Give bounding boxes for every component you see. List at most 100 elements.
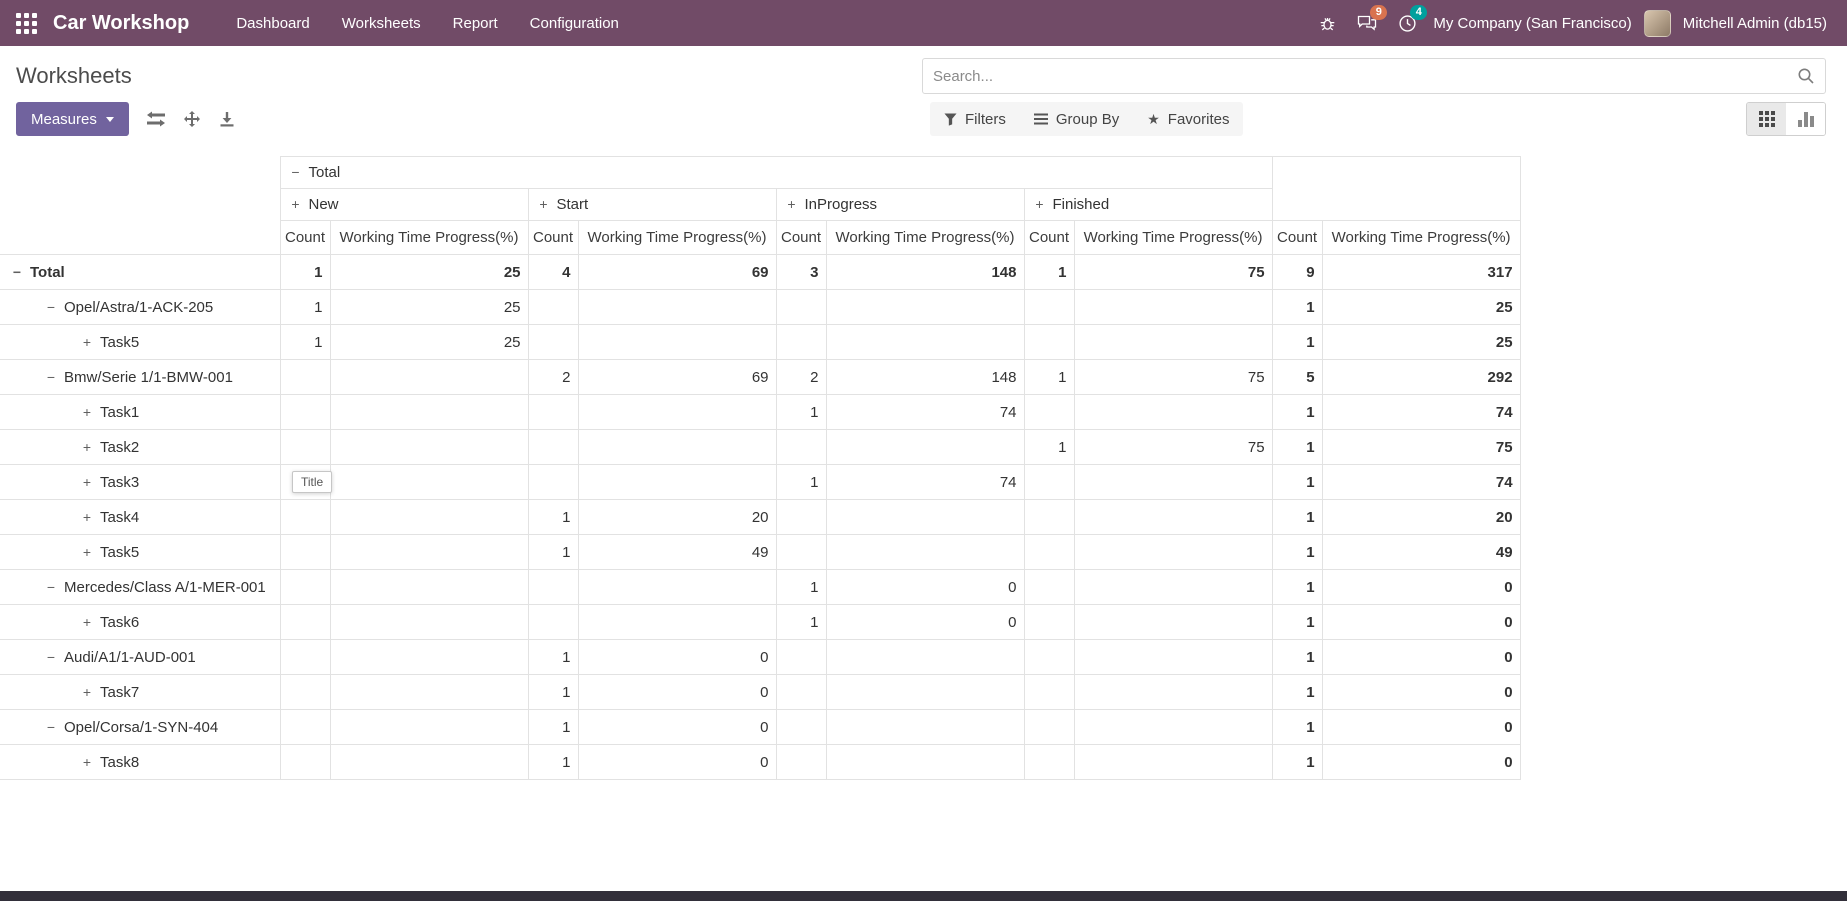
expand-icon[interactable]: + bbox=[289, 196, 303, 212]
pivot-cell[interactable]: 1 bbox=[528, 535, 578, 570]
pivot-cell[interactable] bbox=[776, 640, 826, 675]
expand-icon[interactable]: + bbox=[80, 509, 94, 525]
pivot-cell[interactable] bbox=[330, 360, 528, 395]
pivot-cell[interactable] bbox=[776, 325, 826, 360]
pivot-cell[interactable]: 75 bbox=[1074, 255, 1272, 290]
measure-header-wtp[interactable]: Working Time Progress(%) bbox=[330, 221, 528, 255]
expand-icon[interactable]: + bbox=[80, 684, 94, 700]
pivot-cell[interactable] bbox=[826, 535, 1024, 570]
pivot-cell[interactable]: 74 bbox=[826, 465, 1024, 500]
pivot-cell[interactable] bbox=[280, 745, 330, 780]
pivot-cell[interactable]: 1 bbox=[1024, 255, 1074, 290]
pivot-cell[interactable]: 69 bbox=[578, 255, 776, 290]
pivot-cell[interactable]: 2 bbox=[776, 360, 826, 395]
pivot-row-header[interactable]: +Task3 bbox=[0, 465, 280, 500]
pivot-cell[interactable] bbox=[1024, 325, 1074, 360]
measure-header-count[interactable]: Count bbox=[1272, 221, 1322, 255]
collapse-icon[interactable]: − bbox=[44, 649, 58, 665]
pivot-cell[interactable]: 1 bbox=[776, 465, 826, 500]
pivot-cell[interactable]: 25 bbox=[1322, 290, 1520, 325]
pivot-cell[interactable] bbox=[1074, 605, 1272, 640]
pivot-cell[interactable]: 0 bbox=[1322, 570, 1520, 605]
pivot-cell[interactable]: 0 bbox=[826, 605, 1024, 640]
pivot-cell[interactable] bbox=[1024, 290, 1074, 325]
measure-header-wtp[interactable]: Working Time Progress(%) bbox=[826, 221, 1024, 255]
expand-icon[interactable]: + bbox=[537, 196, 551, 212]
pivot-cell[interactable]: 1 bbox=[528, 640, 578, 675]
pivot-cell[interactable] bbox=[280, 710, 330, 745]
pivot-cell[interactable]: 0 bbox=[578, 745, 776, 780]
expand-icon[interactable]: + bbox=[1033, 196, 1047, 212]
pivot-cell[interactable] bbox=[776, 535, 826, 570]
pivot-cell[interactable] bbox=[826, 710, 1024, 745]
pivot-cell[interactable] bbox=[1074, 465, 1272, 500]
pivot-cell[interactable]: 74 bbox=[826, 395, 1024, 430]
pivot-cell[interactable] bbox=[776, 675, 826, 710]
pivot-row-header[interactable]: +Task7 bbox=[0, 675, 280, 710]
pivot-cell[interactable] bbox=[528, 430, 578, 465]
pivot-cell[interactable]: 74 bbox=[1322, 465, 1520, 500]
pivot-cell[interactable]: 1 bbox=[1272, 430, 1322, 465]
pivot-cell[interactable] bbox=[826, 290, 1024, 325]
activities-button[interactable]: 4 bbox=[1393, 8, 1421, 38]
pivot-cell[interactable]: 1 bbox=[528, 675, 578, 710]
pivot-cell[interactable]: 25 bbox=[1322, 325, 1520, 360]
pivot-cell[interactable] bbox=[280, 605, 330, 640]
pivot-row-header[interactable]: −Opel/Corsa/1-SYN-404 bbox=[0, 710, 280, 745]
pivot-cell[interactable] bbox=[1074, 290, 1272, 325]
pivot-cell[interactable] bbox=[528, 570, 578, 605]
collapse-icon[interactable]: − bbox=[44, 299, 58, 315]
collapse-icon[interactable]: − bbox=[44, 369, 58, 385]
pivot-cell[interactable]: 1 bbox=[280, 255, 330, 290]
pivot-cell[interactable]: 1 bbox=[528, 745, 578, 780]
pivot-cell[interactable]: 148 bbox=[826, 255, 1024, 290]
messages-button[interactable]: 9 bbox=[1353, 8, 1381, 38]
pivot-cell[interactable]: 1 bbox=[1272, 500, 1322, 535]
pivot-cell[interactable] bbox=[1074, 535, 1272, 570]
pivot-cell[interactable]: 0 bbox=[1322, 640, 1520, 675]
pivot-cell[interactable]: 1 bbox=[1272, 325, 1322, 360]
filters-button[interactable]: Filters bbox=[930, 102, 1020, 136]
pivot-cell[interactable]: 75 bbox=[1074, 360, 1272, 395]
expand-icon[interactable]: + bbox=[80, 404, 94, 420]
measure-header-count[interactable]: Count bbox=[528, 221, 578, 255]
pivot-col-group-inprogress[interactable]: +InProgress bbox=[776, 189, 1024, 221]
pivot-cell[interactable] bbox=[330, 570, 528, 605]
pivot-cell[interactable] bbox=[1024, 605, 1074, 640]
company-switcher[interactable]: My Company (San Francisco) bbox=[1433, 15, 1631, 32]
pivot-cell[interactable]: 1 bbox=[1272, 290, 1322, 325]
pivot-cell[interactable] bbox=[330, 710, 528, 745]
pivot-row-header[interactable]: +Task8 bbox=[0, 745, 280, 780]
flip-axis-button[interactable] bbox=[146, 111, 166, 127]
pivot-cell[interactable] bbox=[280, 675, 330, 710]
nav-item-dashboard[interactable]: Dashboard bbox=[223, 8, 322, 39]
pivot-cell[interactable]: 25 bbox=[330, 325, 528, 360]
pivot-col-group-total[interactable]: −Total bbox=[280, 157, 1272, 189]
pivot-cell[interactable]: 9 bbox=[1272, 255, 1322, 290]
pivot-cell[interactable] bbox=[1024, 745, 1074, 780]
search-submit-button[interactable] bbox=[1797, 67, 1815, 85]
measure-header-wtp[interactable]: Working Time Progress(%) bbox=[1322, 221, 1520, 255]
collapse-icon[interactable]: − bbox=[10, 264, 24, 280]
pivot-cell[interactable]: 1 bbox=[1024, 360, 1074, 395]
pivot-cell[interactable] bbox=[330, 640, 528, 675]
pivot-cell[interactable] bbox=[330, 535, 528, 570]
pivot-cell[interactable]: 1 bbox=[528, 710, 578, 745]
pivot-cell[interactable]: 1 bbox=[1272, 640, 1322, 675]
pivot-row-header[interactable]: −Bmw/Serie 1/1-BMW-001 bbox=[0, 360, 280, 395]
pivot-cell[interactable] bbox=[826, 675, 1024, 710]
expand-all-button[interactable] bbox=[183, 110, 201, 128]
pivot-cell[interactable]: 292 bbox=[1322, 360, 1520, 395]
nav-item-configuration[interactable]: Configuration bbox=[517, 8, 632, 39]
pivot-cell[interactable] bbox=[1024, 675, 1074, 710]
pivot-row-header[interactable]: −Opel/Astra/1-ACK-205 bbox=[0, 290, 280, 325]
measure-header-count[interactable]: Count bbox=[280, 221, 330, 255]
expand-icon[interactable]: + bbox=[80, 439, 94, 455]
pivot-cell[interactable] bbox=[1024, 395, 1074, 430]
collapse-icon[interactable]: − bbox=[44, 719, 58, 735]
pivot-cell[interactable] bbox=[280, 500, 330, 535]
pivot-cell[interactable]: 317 bbox=[1322, 255, 1520, 290]
pivot-view-button[interactable] bbox=[1747, 103, 1786, 135]
pivot-cell[interactable] bbox=[826, 430, 1024, 465]
pivot-cell[interactable] bbox=[528, 605, 578, 640]
